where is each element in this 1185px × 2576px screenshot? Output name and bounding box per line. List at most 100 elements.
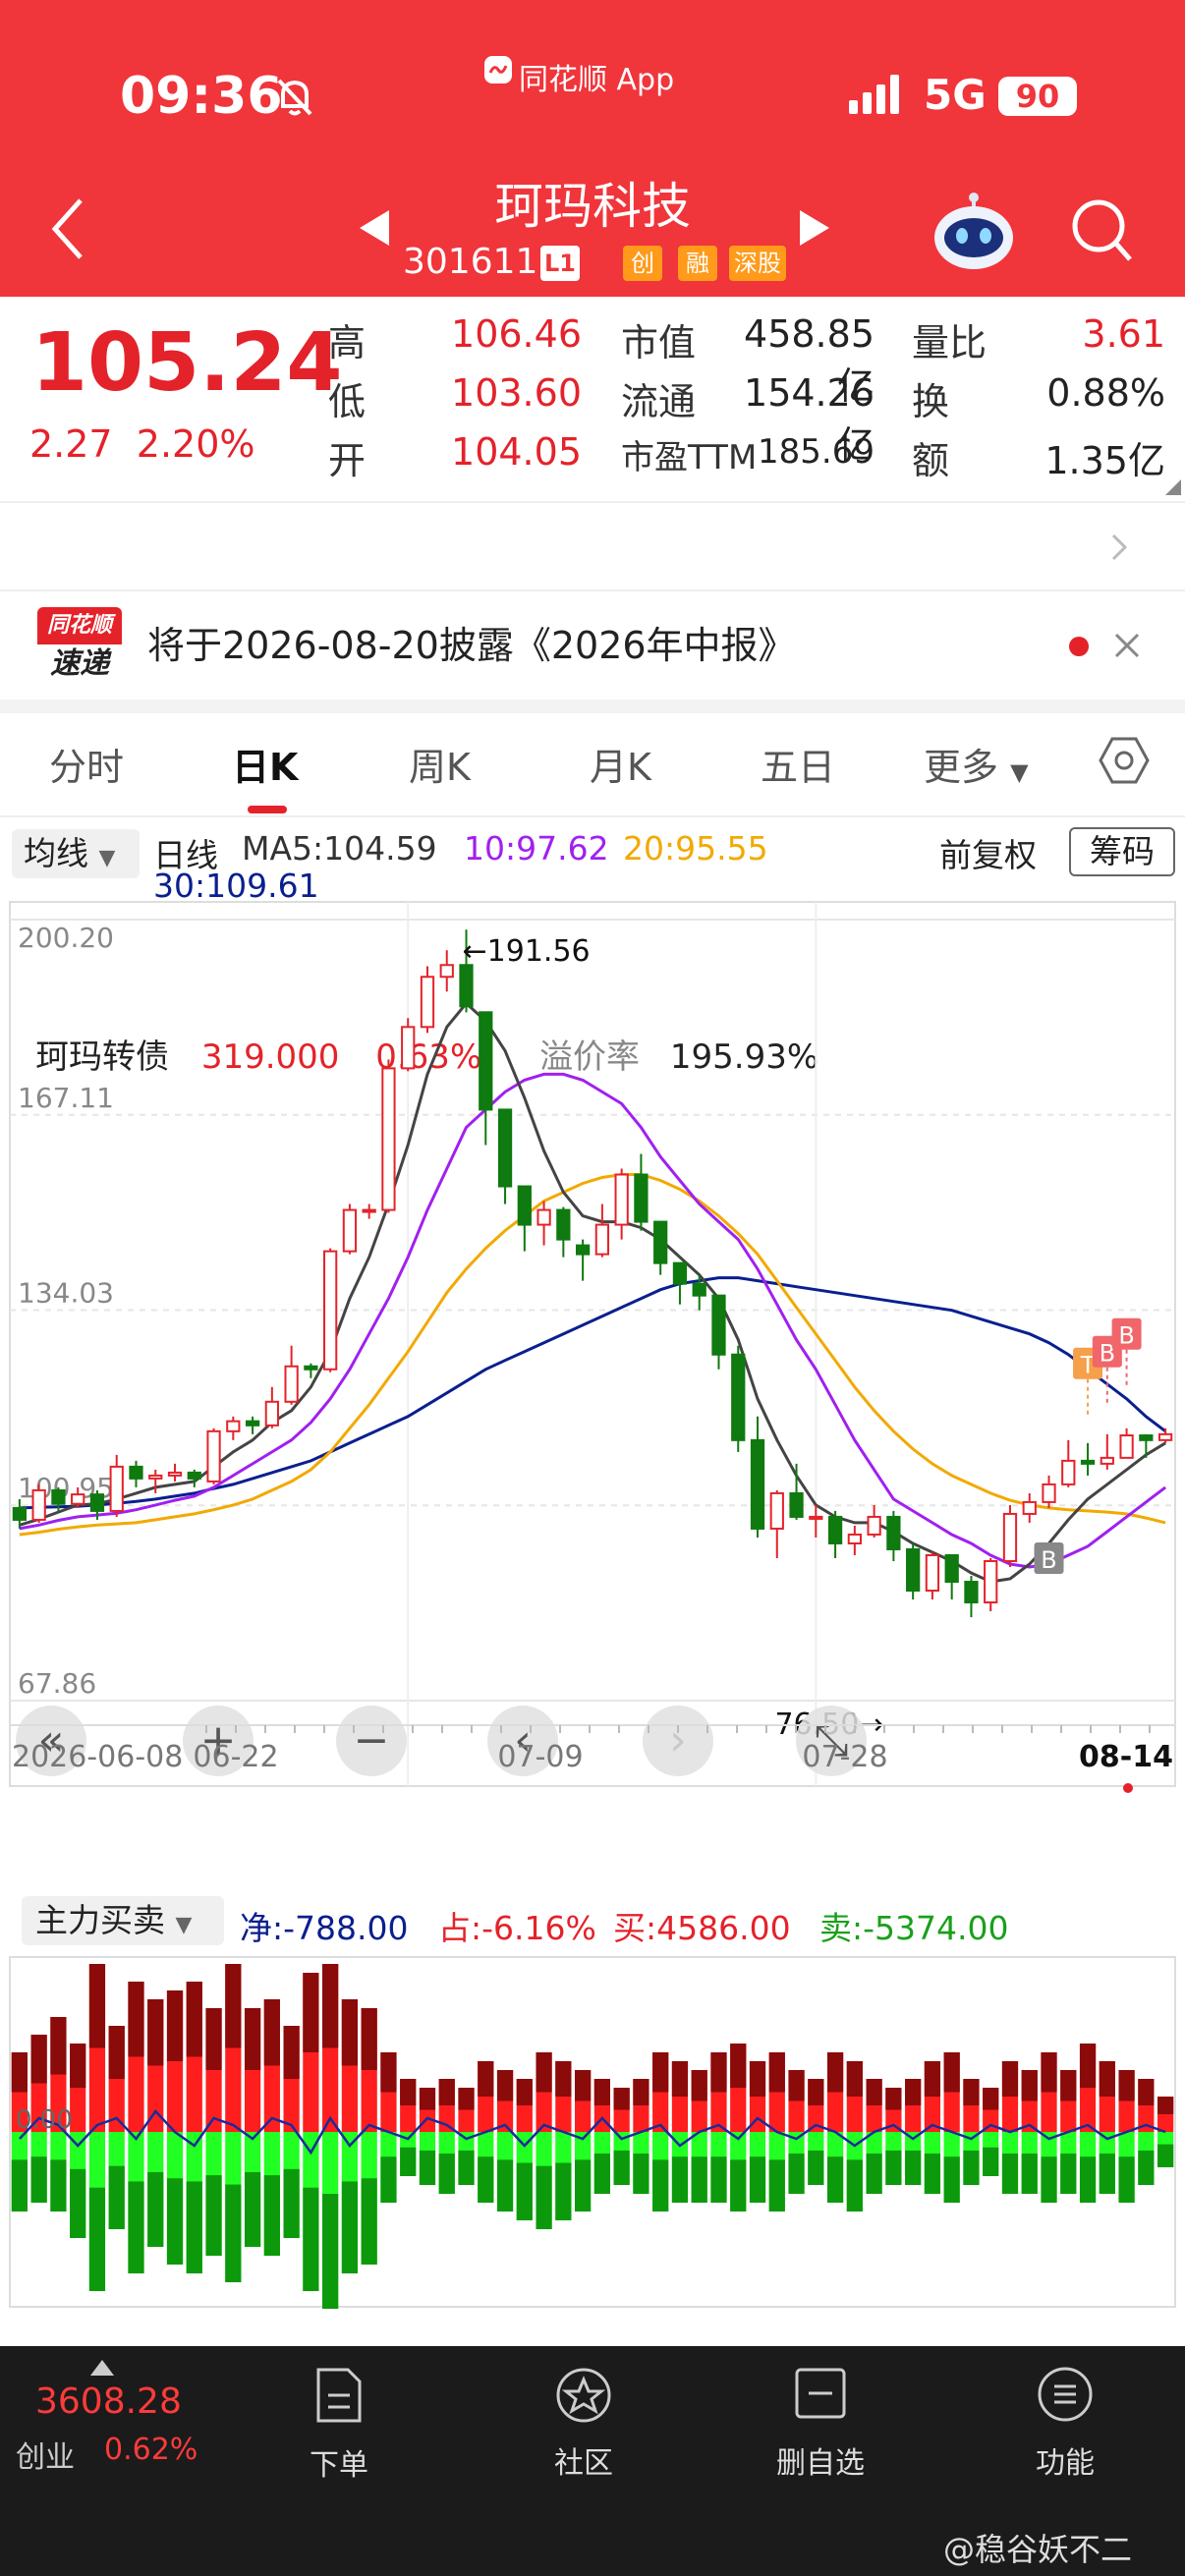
candle (906, 1542, 921, 1600)
close-icon[interactable] (1112, 631, 1142, 660)
candle-body (847, 1533, 862, 1544)
search-icon[interactable] (1069, 196, 1134, 265)
level-badge: L1 (540, 246, 580, 281)
tab-daily-k[interactable]: 日K (232, 737, 298, 791)
sell-bar-large (108, 2165, 125, 2229)
candle-body (944, 1553, 959, 1584)
candle (381, 1059, 396, 1213)
flow-legend: 主力买卖 ▼ 净:-788.00 占:-6.16% 买:4586.00 卖:-5… (0, 1894, 1185, 1953)
current-day-dot (1123, 1783, 1133, 1793)
sell-bar-large (846, 2159, 863, 2212)
x-tick-label: 06-22 (193, 1740, 278, 1774)
index-widget[interactable]: 3608.28 创业 0.62% (0, 2346, 206, 2493)
flow-selector[interactable]: 主力买卖 ▼ (22, 1896, 224, 1945)
nav-functions[interactable]: 功能 (1006, 2346, 1124, 2482)
settings-hex-icon[interactable] (1099, 735, 1150, 786)
sell-bar-large (438, 2154, 455, 2194)
candle-body (1002, 1512, 1018, 1562)
nav-remove-watchlist[interactable]: 删自选 (757, 2346, 884, 2482)
candle (1119, 1428, 1134, 1459)
nav-functions-label: 功能 (1036, 2446, 1095, 2481)
buy-bar-large (303, 1973, 319, 2052)
buy-bar-large (846, 2061, 863, 2097)
flow-sell: 卖:-5374.00 (819, 1909, 1009, 1947)
buy-bar-large (633, 2079, 649, 2105)
amount-label: 额 (912, 439, 950, 482)
sell-bar-large (458, 2150, 475, 2185)
candle (827, 1510, 843, 1558)
stock-code: 301611 (403, 242, 538, 282)
tab-more[interactable]: 更多 ▼ (924, 737, 1029, 791)
buy-bar-large (11, 2052, 28, 2093)
candle-body (245, 1420, 260, 1427)
buy-bar-large (400, 2079, 417, 2105)
candle (769, 1489, 784, 1558)
candle (711, 1294, 726, 1370)
expand-corner-icon[interactable] (1165, 479, 1181, 495)
tab-monthly-k[interactable]: 月K (590, 737, 651, 791)
candle-body (323, 1250, 338, 1371)
step-forward-button[interactable]: › (643, 1706, 713, 1776)
price-change: 2.27 2.20% (29, 422, 255, 466)
buy-bar-large (943, 2052, 960, 2093)
sell-bar-large (1060, 2154, 1077, 2194)
pe-label: 市盈TTM (621, 438, 758, 477)
buy-bar-large (885, 2088, 902, 2110)
sell-bar-large (380, 2156, 397, 2203)
assistant-robot-icon[interactable] (930, 193, 1018, 273)
divider (0, 815, 1185, 817)
buy-bar-large (225, 1964, 242, 2048)
status-time: 09:36 (120, 67, 283, 126)
last-price: 105.24 (31, 316, 343, 410)
buy-bar-large (671, 2061, 689, 2097)
candle (984, 1557, 998, 1612)
nav-order[interactable]: 下单 (285, 2346, 393, 2484)
candle-body (206, 1429, 221, 1483)
candle (1042, 1475, 1056, 1508)
turnover-label: 换 (912, 380, 950, 423)
tab-five-day[interactable]: 五日 (761, 737, 835, 791)
adjust-mode[interactable]: 前复权 (939, 829, 1037, 876)
main-flow-chart[interactable]: 0.00 (0, 1955, 1185, 2309)
candle-body (89, 1493, 105, 1512)
candle-body (1080, 1459, 1096, 1465)
buy-bar-large (30, 2035, 47, 2084)
notice-row[interactable]: 同花顺 速递 将于2026-08-20披露《2026年中报》 (0, 591, 1185, 700)
chips-button[interactable]: 筹码 (1069, 827, 1175, 876)
zoom-out-button[interactable]: − (336, 1706, 407, 1776)
buy-bar-large (438, 2079, 455, 2105)
nav-community[interactable]: 社区 (525, 2346, 643, 2482)
candle-body (420, 976, 435, 1029)
candle (886, 1510, 901, 1561)
high-label: ←191.56 (463, 934, 591, 969)
sell-bar-large (1138, 2150, 1155, 2185)
buy-bar-large (380, 2052, 397, 2093)
tab-weekly-k[interactable]: 周K (409, 737, 471, 791)
candle-body (984, 1559, 998, 1604)
tab-intraday[interactable]: 分时 (49, 737, 124, 791)
kline-chart[interactable]: 200.20167.11134.03100.9567.86←191.5676.5… (0, 900, 1185, 1804)
sell-bar-large (826, 2156, 844, 2203)
candle-body (109, 1465, 124, 1512)
buy-bar-large (555, 2061, 572, 2097)
menu-circle-icon (1038, 2367, 1093, 2422)
sell-bar-large (1021, 2154, 1038, 2194)
chart-frame (9, 901, 1176, 1787)
ma-selector[interactable]: 均线 ▼ (12, 829, 140, 878)
sell-bar-large (1041, 2156, 1057, 2203)
convertible-row[interactable]: 珂玛转债 319.000 0.63% 溢价率 195.93% (0, 503, 1185, 1077)
sell-bar-large (593, 2154, 610, 2194)
buy-bar-large (1157, 2097, 1174, 2114)
candle-body (264, 1400, 279, 1427)
logo-bottom: 速递 (37, 644, 122, 684)
candle (634, 1153, 649, 1231)
sell-bar-large (341, 2181, 359, 2273)
candle-body (479, 1011, 493, 1111)
nav-remove-label: 删自选 (776, 2446, 865, 2481)
candle-body (672, 1261, 688, 1285)
candle-body (769, 1491, 784, 1530)
candle (867, 1504, 881, 1538)
sell-bar-large (808, 2150, 824, 2185)
low-label: 低 (328, 380, 367, 423)
candle-body (284, 1365, 299, 1403)
